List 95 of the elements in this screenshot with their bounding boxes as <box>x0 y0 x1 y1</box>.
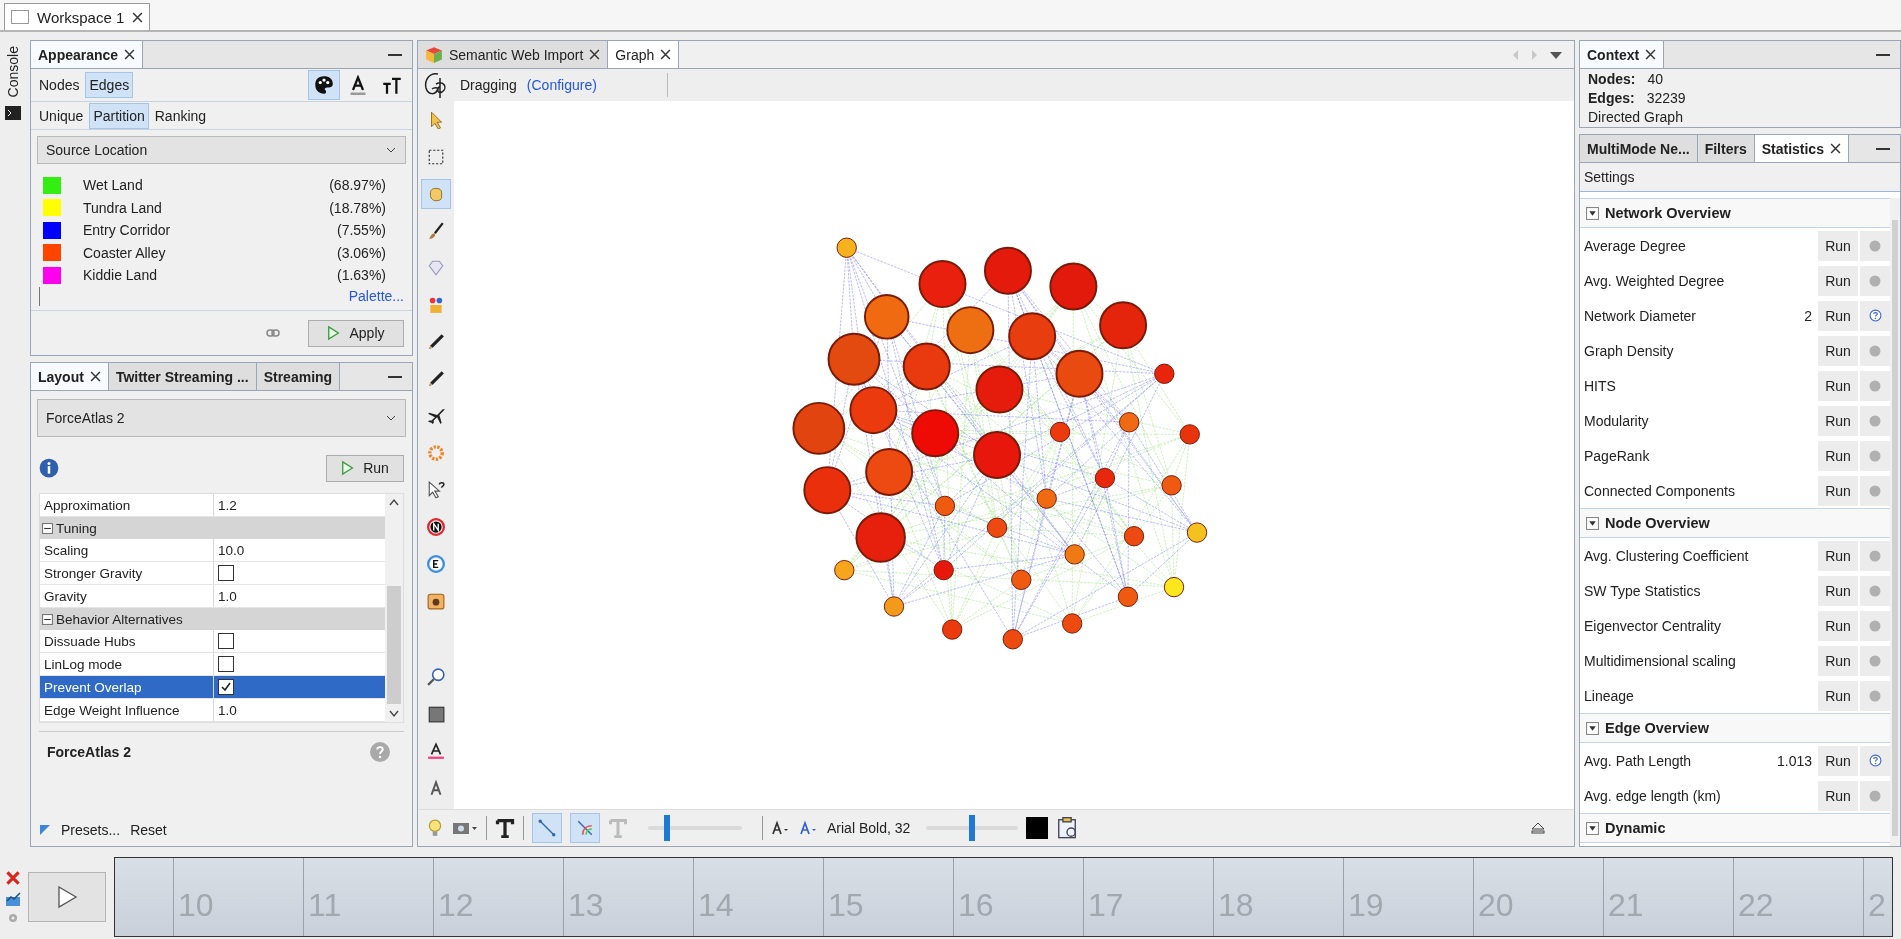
property-name: Stronger Gravity <box>40 562 214 584</box>
statistic-name: Multidimensional scaling <box>1584 652 1737 669</box>
statistic-name: Connected Components <box>1584 482 1736 499</box>
configure-link[interactable]: (Configure) <box>526 77 597 93</box>
run-button[interactable]: Run <box>1818 645 1858 676</box>
statistic-result: 1.013 <box>1776 752 1812 769</box>
property-value[interactable]: 1.0 <box>218 702 237 718</box>
run-button[interactable]: Run <box>1818 440 1858 471</box>
run-button[interactable]: Run <box>1818 335 1858 366</box>
property-name: Gravity <box>40 585 214 607</box>
panel-tab[interactable]: Statistics <box>1754 135 1849 162</box>
stat-value: 32239 <box>1646 90 1686 106</box>
property-section[interactable]: Tuning <box>40 517 385 539</box>
partition-label: Coaster Alley <box>83 244 167 261</box>
stat-label: Edges: <box>1588 90 1635 106</box>
stat-label: Nodes: <box>1588 71 1636 87</box>
partition-label: Entry Corridor <box>83 222 172 239</box>
run-button[interactable]: Run <box>1818 680 1858 711</box>
property-section[interactable]: Behavior Alternatives <box>40 608 385 630</box>
statistic-name: Avg. edge length (km) <box>1584 787 1722 804</box>
document-tab[interactable]: Semantic Web Import <box>418 41 609 68</box>
run-button[interactable]: Run <box>1818 540 1858 571</box>
presets-link[interactable]: Presets... <box>61 822 121 838</box>
panel-tab[interactable]: Streaming <box>256 363 341 390</box>
document-tab[interactable]: Graph <box>608 41 680 68</box>
target-tab[interactable]: Edges <box>85 71 134 98</box>
stat-value: 40 <box>1647 71 1664 87</box>
algorithm-dropdown[interactable]: ForceAtlas 2 <box>37 399 406 437</box>
description-title: ForceAtlas 2 <box>47 744 132 760</box>
section-title: Behavior Alternatives <box>56 611 183 627</box>
workspace-tab[interactable]: Workspace 1 <box>4 3 151 30</box>
partition-label: Kiddie Land <box>83 267 158 284</box>
property-value[interactable]: 10.0 <box>218 542 245 558</box>
property-name: Dissuade Hubs <box>40 630 214 652</box>
run-button[interactable]: Run <box>1818 405 1858 436</box>
panel-tab[interactable]: Filters <box>1697 135 1755 162</box>
tool-mode-label: Dragging <box>460 77 517 93</box>
section-title: Network Overview <box>1605 205 1731 221</box>
property-name: Prevent Overlap <box>40 676 214 698</box>
statistic-name: Eigenvector Centrality <box>1584 617 1722 634</box>
run-button[interactable]: Run <box>1818 300 1858 331</box>
run-button[interactable]: Run <box>1818 370 1858 401</box>
panel-tab[interactable]: Layout <box>31 363 109 390</box>
panel-tab[interactable]: Appearance <box>31 41 144 68</box>
partition-label: Tundra Land <box>83 199 163 216</box>
statistic-name: Network Diameter <box>1584 307 1698 324</box>
statistic-name: Avg. Weighted Degree <box>1584 272 1726 289</box>
statistic-name: HITS <box>1584 377 1617 394</box>
mode-tab[interactable]: Unique <box>35 102 88 129</box>
property-name: LinLog mode <box>40 653 214 675</box>
run-button[interactable]: Run <box>1818 610 1858 641</box>
statistic-name: Lineage <box>1584 687 1635 704</box>
panel-tab[interactable]: Twitter Streaming ... <box>108 363 257 390</box>
panel-tab[interactable]: MultiMode Ne... <box>1580 135 1698 162</box>
run-button[interactable]: Run <box>1818 745 1858 776</box>
reset-link[interactable]: Reset <box>130 822 167 838</box>
section-title: Node Overview <box>1605 515 1710 531</box>
run-button[interactable]: Run <box>1818 575 1858 606</box>
attribute-dropdown[interactable]: Source Location <box>37 136 406 165</box>
run-button[interactable]: Run <box>1818 475 1858 506</box>
run-button[interactable]: Run <box>326 454 404 482</box>
apply-button[interactable]: Apply <box>308 319 404 347</box>
console-tab[interactable]: Console <box>5 46 21 98</box>
mode-tab[interactable]: Ranking <box>150 102 211 129</box>
partition-share: (68.97%) <box>329 177 386 194</box>
partition-share: (18.78%) <box>329 199 386 216</box>
partition-share: (7.55%) <box>336 222 386 239</box>
mode-tab[interactable]: Partition <box>89 102 149 129</box>
run-button[interactable]: Run <box>1818 780 1858 811</box>
section-title: Dynamic <box>1605 820 1666 836</box>
panel-tab[interactable]: Context <box>1580 41 1665 68</box>
statistic-name: Modularity <box>1584 412 1650 429</box>
run-button[interactable]: Run <box>1818 230 1858 261</box>
statistic-name: SW Type Statistics <box>1584 582 1702 599</box>
property-value[interactable]: 1.0 <box>218 588 237 604</box>
palette-link[interactable]: Palette... <box>348 288 404 305</box>
property-value[interactable]: 1.2 <box>218 497 237 513</box>
statistic-name: Avg. Clustering Coefficient <box>1584 547 1750 564</box>
statistic-name: Avg. Path Length <box>1584 752 1693 769</box>
statistic-name: PageRank <box>1584 447 1651 464</box>
partition-share: (3.06%) <box>336 244 386 261</box>
statistic-name: Average Degree <box>1584 237 1687 254</box>
statistic-name: Graph Density <box>1584 342 1675 359</box>
run-button[interactable]: Run <box>1818 265 1858 296</box>
property-name: Edge Weight Influence <box>40 699 214 721</box>
section-title: Tuning <box>56 520 97 536</box>
section-title: Edge Overview <box>1605 720 1709 736</box>
property-name: Scaling <box>40 539 214 561</box>
font-label[interactable]: Arial Bold, 32 <box>827 820 911 836</box>
target-tab[interactable]: Nodes <box>35 71 84 98</box>
graph-type-label: Directed Graph <box>1588 109 1684 125</box>
partition-share: (1.63%) <box>336 267 386 284</box>
property-name: Approximation <box>40 494 214 516</box>
partition-label: Wet Land <box>83 177 144 194</box>
statistic-result: 2 <box>1804 307 1812 324</box>
